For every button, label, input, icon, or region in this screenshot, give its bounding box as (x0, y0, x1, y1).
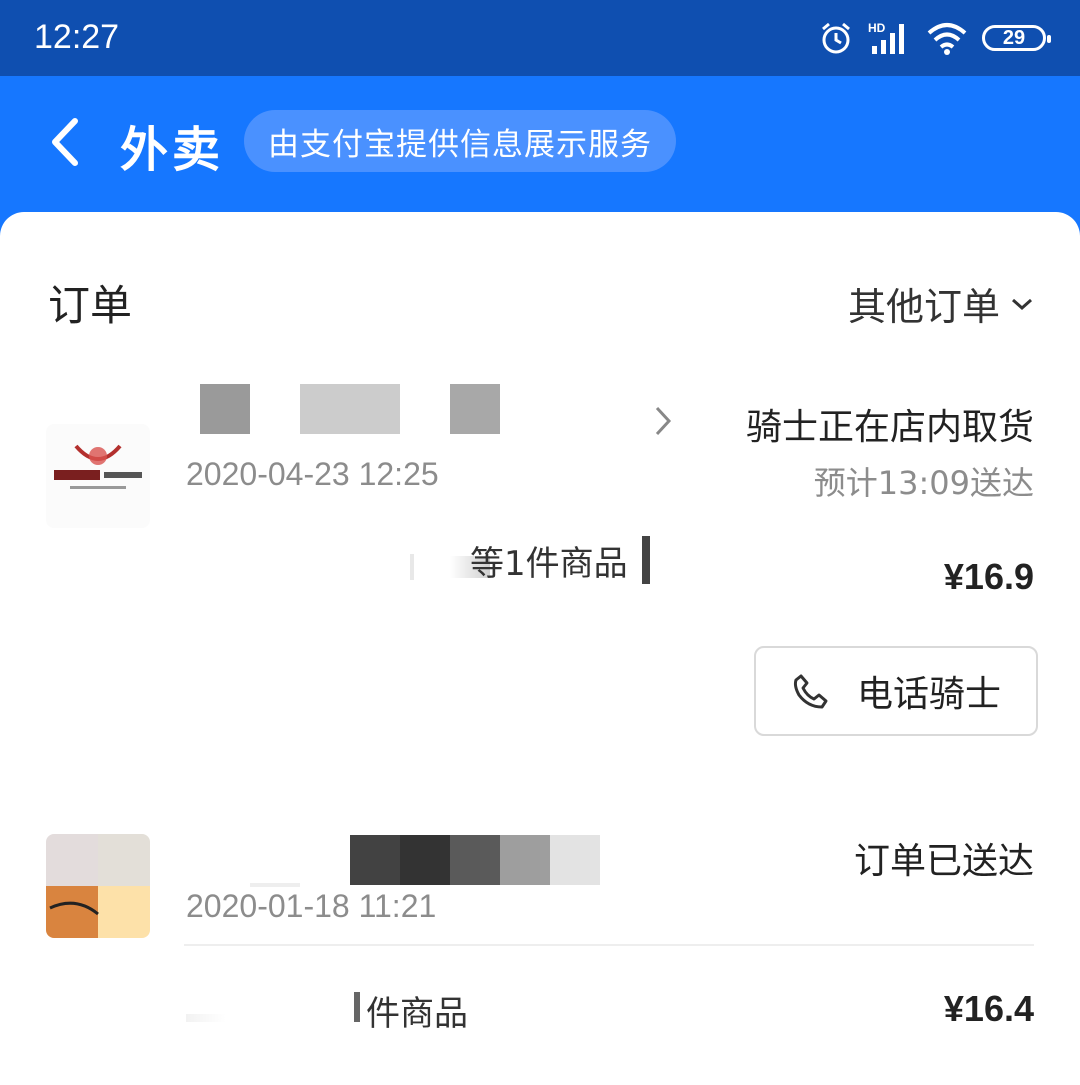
orders-card: 订单 其他订单 2020-04-23 12:25 骑士正在店内取货 预计13:0… (0, 212, 1080, 1085)
app-header: 外卖 由支付宝提供信息展示服务 (0, 76, 1080, 212)
redacted-store-name (200, 384, 500, 434)
status-icons: HD 29 (818, 16, 1051, 60)
other-orders-dropdown[interactable]: 其他订单 (848, 276, 1034, 331)
other-orders-label: 其他订单 (847, 285, 1000, 329)
order-items-count: 等1件商品 (470, 544, 628, 584)
battery-level: 29 (1002, 26, 1026, 49)
chevron-down-icon (1012, 298, 1032, 310)
order-price: ¥16.9 (943, 556, 1034, 597)
order-status: 订单已送达 (853, 841, 1034, 882)
back-button[interactable] (36, 114, 92, 170)
call-rider-button[interactable]: 电话骑士 (754, 646, 1038, 736)
order-status: 骑士正在店内取货 (745, 407, 1034, 448)
store-logo (46, 834, 150, 938)
order-price: ¥16.4 (943, 988, 1034, 1029)
order-eta: 预计13:09送达 (813, 464, 1034, 502)
redacted-store-name (250, 835, 600, 887)
chevron-right-icon (655, 406, 672, 436)
order-items-count: 件商品 (366, 994, 468, 1034)
call-rider-label: 电话骑士 (856, 674, 1001, 715)
store-logo (46, 424, 150, 528)
alarm-icon (822, 22, 850, 54)
wifi-icon (927, 23, 967, 55)
network-type-label: HD (868, 21, 886, 35)
order-item[interactable]: 2020-04-23 12:25 骑士正在店内取货 预计13:09送达 等1件商… (0, 362, 1080, 946)
system-status-bar: 12:27 HD 29 (0, 0, 1080, 76)
order-item[interactable]: 2020-01-18 11:21 订单已送达 件商品 ¥16.4 (0, 812, 1080, 1085)
store-logo-image (46, 424, 150, 528)
order-date: 2020-04-23 12:25 (186, 456, 439, 492)
battery-indicator: 29 (982, 25, 1051, 51)
chevron-left-icon (52, 118, 78, 166)
store-logo-image (46, 834, 150, 938)
provider-badge: 由支付宝提供信息展示服务 (244, 110, 676, 172)
redacted-item-name (186, 988, 366, 1028)
page-title: 外卖 (120, 122, 225, 178)
section-title: 订单 (48, 281, 133, 330)
order-date: 2020-01-18 11:21 (186, 888, 437, 924)
clock: 12:27 (34, 18, 120, 56)
signal-icon: HD (868, 21, 904, 54)
phone-icon (793, 674, 828, 709)
